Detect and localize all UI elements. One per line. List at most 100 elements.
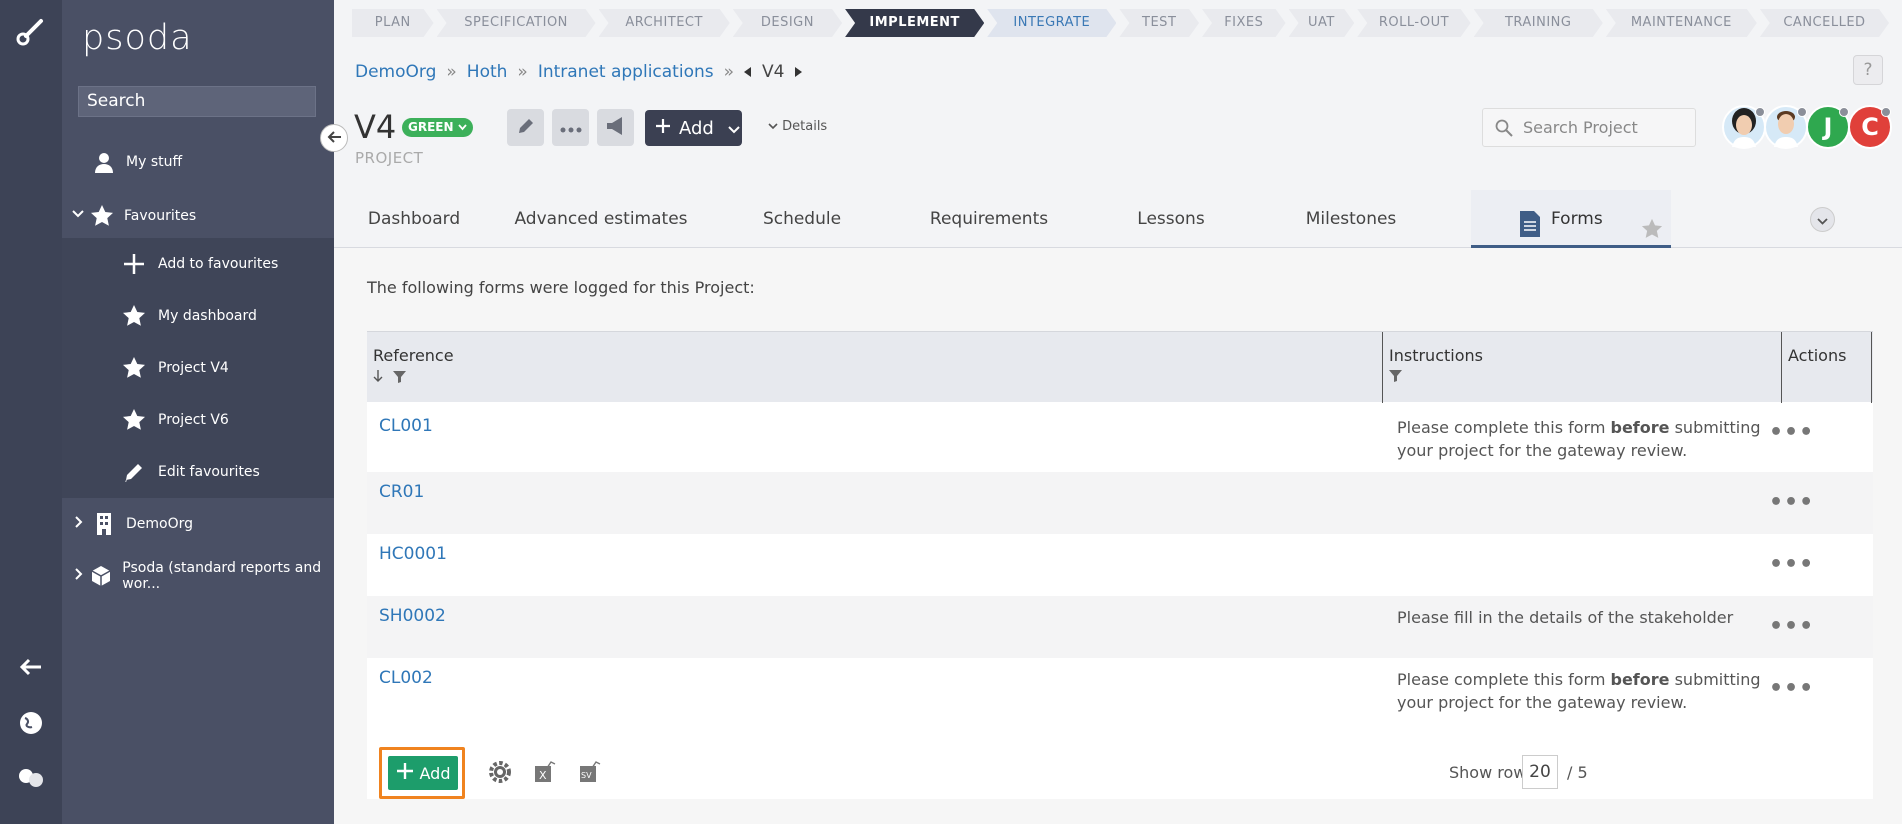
presence-dot bbox=[1839, 107, 1849, 117]
edit-button[interactable] bbox=[507, 109, 544, 146]
tab-schedule[interactable]: Schedule bbox=[708, 190, 896, 248]
stage-cancelled[interactable]: CANCELLED bbox=[1760, 9, 1889, 37]
next-arrow-icon[interactable] bbox=[794, 62, 803, 82]
announce-button[interactable] bbox=[597, 109, 634, 146]
page-title: V4 bbox=[354, 108, 397, 146]
svg-text:X: X bbox=[539, 769, 547, 782]
search-project-input[interactable]: Search Project bbox=[1482, 108, 1696, 147]
sidebar-item-my-dashboard[interactable]: My dashboard bbox=[62, 290, 334, 342]
gear-icon[interactable] bbox=[487, 759, 513, 785]
back-arrow-icon[interactable] bbox=[0, 652, 62, 682]
chevron-down-icon bbox=[1817, 210, 1828, 229]
column-reference[interactable]: Reference bbox=[367, 332, 1379, 403]
stage-test[interactable]: TEST bbox=[1119, 9, 1199, 37]
pencil-icon bbox=[122, 460, 146, 484]
breadcrumb-intranet-applications[interactable]: Intranet applications bbox=[538, 62, 714, 82]
stage-fixes[interactable]: FIXES bbox=[1202, 9, 1286, 37]
tab-advanced-estimates[interactable]: Advanced estimates bbox=[494, 190, 708, 248]
chevron-down-icon[interactable] bbox=[72, 208, 86, 224]
table-header: Reference Instructions Actions bbox=[367, 331, 1873, 403]
sidebar-search-input[interactable]: Search bbox=[78, 86, 316, 117]
row-actions-button[interactable]: ••• bbox=[1769, 420, 1814, 445]
stage-maintenance[interactable]: MAINTENANCE bbox=[1606, 9, 1757, 37]
rows-per-page-input[interactable]: 20 bbox=[1522, 755, 1558, 789]
stage-roll-out[interactable]: ROLL-OUT bbox=[1357, 9, 1470, 37]
filter-icon[interactable] bbox=[393, 371, 407, 387]
sidebar-item-label: Project V6 bbox=[158, 412, 229, 428]
tab-dashboard[interactable]: Dashboard bbox=[334, 190, 494, 248]
brand-logo[interactable]: psoda bbox=[82, 18, 193, 58]
breadcrumb-demoorg[interactable]: DemoOrg bbox=[355, 62, 436, 82]
form-instructions: Please fill in the details of the stakeh… bbox=[1397, 608, 1734, 627]
intro-text: The following forms were logged for this… bbox=[367, 278, 755, 297]
row-actions-button[interactable]: ••• bbox=[1769, 552, 1814, 577]
form-reference-link[interactable]: CL001 bbox=[379, 416, 433, 436]
breadcrumb-hoth[interactable]: Hoth bbox=[467, 62, 508, 82]
sidebar: psoda Search My stuff Favourites Add to … bbox=[62, 0, 334, 824]
status-badge[interactable]: GREEN bbox=[402, 118, 473, 137]
column-instructions[interactable]: Instructions bbox=[1383, 332, 1783, 403]
form-reference-link[interactable]: SH0002 bbox=[379, 606, 446, 626]
avatar[interactable] bbox=[1764, 105, 1808, 149]
more-options-button[interactable] bbox=[552, 109, 589, 146]
avatar[interactable]: J bbox=[1806, 105, 1850, 149]
details-toggle[interactable]: Details bbox=[768, 119, 827, 134]
sort-down-icon[interactable] bbox=[373, 370, 383, 387]
collapse-sidebar-button[interactable] bbox=[320, 124, 348, 152]
form-reference-link[interactable]: CR01 bbox=[379, 482, 424, 502]
table-footer: Add X SV Show rows: 20 / 5 bbox=[367, 739, 1873, 799]
row-actions-button[interactable]: ••• bbox=[1769, 490, 1814, 515]
add-form-button[interactable]: Add bbox=[388, 756, 458, 790]
breadcrumb: DemoOrg » Hoth » Intranet applications »… bbox=[355, 62, 803, 82]
export-csv-icon[interactable]: SV bbox=[577, 759, 603, 785]
avatar[interactable]: C bbox=[1848, 105, 1892, 149]
stage-training[interactable]: TRAINING bbox=[1474, 9, 1603, 37]
stage-implement[interactable]: IMPLEMENT bbox=[845, 9, 984, 37]
megaphone-icon bbox=[605, 116, 627, 140]
sidebar-item-edit-favourites[interactable]: Edit favourites bbox=[62, 446, 334, 498]
breadcrumb-separator: » bbox=[446, 62, 457, 82]
sidebar-item-add-to-favourites[interactable]: Add to favourites bbox=[62, 238, 334, 290]
ellipsis-icon bbox=[560, 118, 582, 137]
forms-table: Reference Instructions Actions CL001 Ple… bbox=[367, 331, 1873, 799]
stage-specification[interactable]: SPECIFICATION bbox=[437, 9, 596, 37]
prev-arrow-icon[interactable] bbox=[744, 62, 752, 82]
tab-forms[interactable]: Forms bbox=[1471, 190, 1671, 248]
stage-uat[interactable]: UAT bbox=[1289, 9, 1355, 37]
globe-icon[interactable] bbox=[0, 708, 62, 738]
avatar[interactable] bbox=[1722, 105, 1766, 149]
tab-requirements[interactable]: Requirements bbox=[896, 190, 1082, 248]
sidebar-item-project-v4[interactable]: Project V4 bbox=[62, 342, 334, 394]
chevron-right-icon[interactable] bbox=[74, 568, 86, 584]
tab-milestones[interactable]: Milestones bbox=[1260, 190, 1442, 248]
form-reference-link[interactable]: HC0001 bbox=[379, 544, 447, 564]
sidebar-item-demoorg[interactable]: DemoOrg bbox=[62, 498, 334, 550]
sidebar-item-project-v6[interactable]: Project V6 bbox=[62, 394, 334, 446]
export-excel-icon[interactable]: X bbox=[532, 759, 558, 785]
more-tabs-button[interactable] bbox=[1810, 207, 1835, 232]
search-placeholder: Search Project bbox=[1523, 118, 1638, 137]
sidebar-item-favourites[interactable]: Favourites bbox=[62, 190, 334, 242]
search-icon bbox=[1495, 119, 1513, 141]
wrench-icon[interactable] bbox=[0, 14, 62, 48]
stage-plan[interactable]: PLAN bbox=[352, 9, 434, 37]
filter-icon[interactable] bbox=[1389, 370, 1402, 386]
help-button[interactable]: ? bbox=[1853, 55, 1883, 85]
chevron-right-icon[interactable] bbox=[74, 516, 88, 532]
stage-design[interactable]: DESIGN bbox=[733, 9, 842, 37]
form-reference-link[interactable]: CL002 bbox=[379, 668, 433, 688]
star-icon bbox=[122, 408, 146, 432]
column-label: Reference bbox=[373, 346, 454, 365]
stage-integrate[interactable]: INTEGRATE bbox=[987, 9, 1116, 37]
team-icon[interactable] bbox=[0, 764, 62, 794]
sidebar-item-psoda[interactable]: Psoda (standard reports and wor... bbox=[62, 550, 334, 602]
star-icon bbox=[122, 356, 146, 380]
row-actions-button[interactable]: ••• bbox=[1769, 614, 1814, 639]
page-subtitle: PROJECT bbox=[355, 149, 424, 167]
add-dropdown-button[interactable]: Add bbox=[645, 110, 742, 146]
sidebar-item-my-stuff[interactable]: My stuff bbox=[62, 136, 334, 188]
row-actions-button[interactable]: ••• bbox=[1769, 676, 1814, 701]
breadcrumb-current: V4 bbox=[762, 62, 785, 82]
tab-lessons[interactable]: Lessons bbox=[1082, 190, 1260, 248]
stage-architect[interactable]: ARCHITECT bbox=[599, 9, 730, 37]
